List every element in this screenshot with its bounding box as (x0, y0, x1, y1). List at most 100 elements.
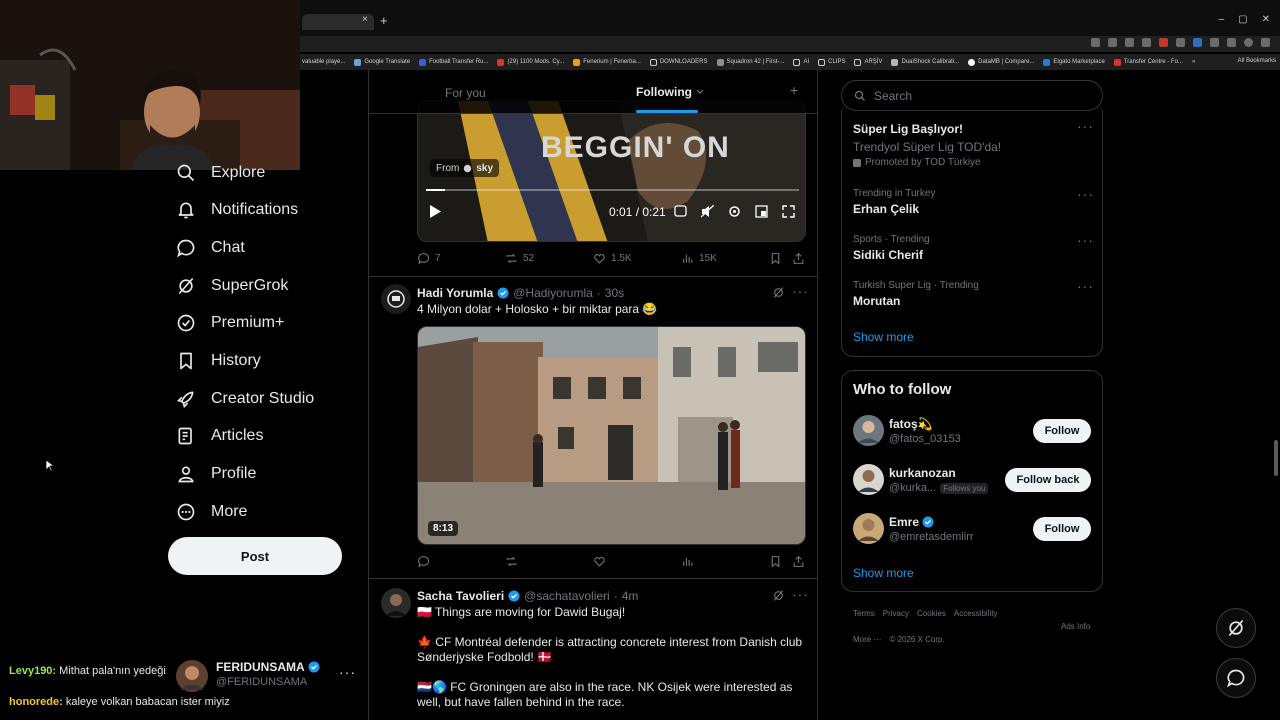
bookmark-item[interactable]: valuable playe... (302, 59, 345, 65)
search-input[interactable]: Search (841, 80, 1103, 111)
add-tab-button[interactable]: + (790, 82, 798, 98)
bookmark-item[interactable]: Football Transfer Ru... (419, 58, 488, 66)
bookmark-folder[interactable]: AI (793, 58, 809, 66)
grok-icon[interactable] (772, 286, 785, 299)
messages-floating-button[interactable] (1216, 658, 1256, 698)
suggestion-handle[interactable]: @emretasdemiirr (889, 531, 974, 543)
footer-cookies-link[interactable]: Cookies (917, 609, 946, 618)
star-icon[interactable] (1142, 38, 1151, 47)
trends-show-more-link[interactable]: Show more (853, 330, 914, 344)
author-handle[interactable]: @sachatavolieri (524, 589, 610, 603)
author-handle[interactable]: @Hadiyorumla (513, 286, 593, 300)
author-name[interactable]: Sacha Tavolieri (417, 589, 504, 603)
maximize-button[interactable]: ▢ (1238, 14, 1247, 25)
bookmarks-overflow-button[interactable]: » (1192, 59, 1195, 65)
bookmark-item[interactable]: DualShock Calibrati... (891, 58, 959, 66)
footer-more-link[interactable]: More ··· (853, 635, 881, 644)
nav-notifications[interactable]: Notifications (176, 195, 298, 225)
footer-ads-info-link[interactable]: Ads Info (1061, 622, 1090, 631)
footer-accessibility-link[interactable]: Accessibility (954, 609, 998, 618)
suggestion-name[interactable]: Emre (889, 515, 919, 529)
video-source-badge[interactable]: From sky (430, 159, 500, 177)
nav-explore[interactable]: Explore (176, 158, 265, 188)
bookmark-item[interactable]: Fenerium | Fenerba... (573, 58, 641, 66)
account-switcher[interactable]: FERIDUNSAMA @FERIDUNSAMA ··· (176, 658, 360, 694)
video-progress-bar[interactable] (426, 189, 799, 191)
zoom-icon[interactable] (1108, 38, 1117, 47)
avatar[interactable] (381, 588, 411, 618)
post-video-thumbnail[interactable]: 8:13 (417, 326, 806, 545)
who-to-follow-show-more-link[interactable]: Show more (853, 566, 914, 580)
nav-more[interactable]: More (176, 497, 247, 527)
follow-back-button[interactable]: Follow back (1005, 468, 1091, 492)
bookmark-icon[interactable] (769, 252, 782, 265)
grok-floating-button[interactable] (1216, 608, 1256, 648)
follow-button[interactable]: Follow (1033, 517, 1091, 541)
all-bookmarks-button[interactable]: All Bookmarks (1238, 58, 1276, 64)
page-scrollbar[interactable] (1274, 440, 1278, 476)
captions-icon[interactable] (674, 205, 687, 217)
post-time[interactable]: 4m (622, 589, 639, 603)
share-icon[interactable] (1125, 38, 1134, 47)
extension-icon[interactable] (1210, 38, 1219, 47)
bookmark-item[interactable]: Google Translate (354, 58, 410, 66)
trend-more-icon[interactable]: ··· (1077, 232, 1094, 248)
bookmark-item[interactable]: Squadron 42 | First-... (716, 58, 784, 66)
repost-button[interactable]: 52 (505, 252, 534, 265)
nav-creator-studio[interactable]: Creator Studio (176, 384, 314, 414)
post-more-icon[interactable]: ··· (792, 586, 809, 602)
reply-icon[interactable] (417, 555, 430, 568)
tab-following[interactable]: Following (636, 85, 704, 99)
tab-for-you[interactable]: For you (445, 86, 486, 100)
minimize-button[interactable]: – (1219, 14, 1225, 25)
trend-item[interactable]: Turkish Super Lig · Trending Morutan (853, 280, 1073, 308)
bookmark-item[interactable]: (29) 1100 Mods. Cy... (497, 58, 564, 66)
footer-privacy-link[interactable]: Privacy (883, 609, 909, 618)
trend-more-icon[interactable]: ··· (1077, 186, 1094, 202)
bookmark-item[interactable]: Transfer Centre - Fo... (1113, 58, 1183, 66)
translate-icon[interactable] (1091, 38, 1100, 47)
trend-item[interactable]: Sports · Trending Sidiki Cherif (853, 234, 1073, 262)
nav-chat[interactable]: Chat (176, 233, 245, 263)
trend-item-promoted[interactable]: Süper Lig Başlıyor! Trendyol Süper Lig T… (853, 122, 1093, 168)
bookmark-folder[interactable]: CLIPS (818, 58, 845, 66)
reply-button[interactable]: 7 (417, 252, 441, 265)
repost-icon[interactable] (505, 555, 518, 568)
share-icon[interactable] (792, 555, 805, 568)
nav-premium[interactable]: Premium+ (176, 308, 284, 338)
nav-profile[interactable]: Profile (176, 459, 256, 489)
suggestion-handle[interactable]: @kurka... (889, 482, 936, 494)
extension-icon[interactable] (1176, 38, 1185, 47)
close-window-button[interactable]: ✕ (1262, 14, 1270, 25)
post-time[interactable]: 30s (605, 286, 624, 300)
extension-icon[interactable] (1193, 38, 1202, 47)
trend-more-icon[interactable]: ··· (1077, 118, 1094, 134)
video-player[interactable]: BEGGIN' ON From sky 0:01 / 0:21 (417, 100, 806, 242)
views-button[interactable]: 15K (681, 252, 717, 265)
new-tab-button[interactable]: + (380, 13, 388, 28)
nav-history[interactable]: History (176, 346, 261, 376)
puzzle-icon[interactable] (1227, 38, 1236, 47)
nav-supergrok[interactable]: SuperGrok (176, 271, 288, 301)
mute-icon[interactable] (701, 205, 714, 218)
share-icon[interactable] (792, 252, 805, 265)
follow-button[interactable]: Follow (1033, 419, 1091, 443)
settings-gear-icon[interactable] (728, 205, 741, 218)
trend-item[interactable]: Trending in Turkey Erhan Çelik (853, 188, 1073, 216)
profile-icon[interactable] (1244, 38, 1253, 47)
suggestion-name[interactable]: fatoş💫 (889, 417, 933, 431)
account-more-icon[interactable]: ··· (339, 664, 356, 680)
avatar[interactable] (381, 284, 411, 314)
bookmark-item[interactable]: DataMB | Compare... (968, 58, 1034, 66)
avatar[interactable] (853, 415, 884, 446)
avatar[interactable] (853, 464, 884, 495)
bookmark-folder[interactable]: DOWNLOADERS (649, 58, 708, 66)
bookmark-item[interactable]: Elgato Marketplace (1043, 58, 1105, 66)
author-name[interactable]: Hadi Yorumla (417, 286, 493, 300)
tab-close-icon[interactable]: × (362, 14, 368, 25)
picture-in-picture-icon[interactable] (755, 205, 768, 218)
bookmark-icon[interactable] (769, 555, 782, 568)
analytics-icon[interactable] (681, 555, 694, 568)
avatar[interactable] (853, 513, 884, 544)
extension-icon[interactable] (1159, 38, 1168, 47)
